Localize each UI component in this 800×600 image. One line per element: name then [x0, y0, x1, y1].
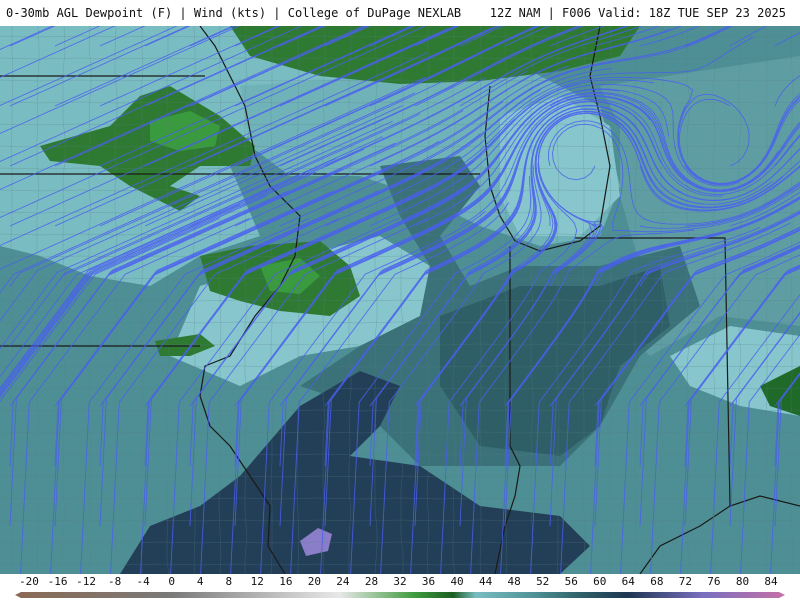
legend-tick-label: 8 [225, 575, 233, 588]
legend-tick-label: 68 [650, 575, 664, 588]
legend-tick-label: 60 [593, 575, 607, 588]
legend-tick-label: 44 [478, 575, 493, 588]
legend-tick-label: -8 [107, 575, 122, 588]
legend-tick-label: 28 [364, 575, 379, 588]
legend-tick-label: 52 [536, 575, 550, 588]
legend-tick-label: 12 [250, 575, 264, 588]
legend-tick-labels: -20 -16 -12 -8 -4 0 4 8 12 16 20 24 28 32 36 40 44 48 52 56… [0, 575, 800, 588]
legend-tick-label: 72 [678, 575, 692, 588]
legend-tick-label: 0 [168, 575, 175, 588]
product-title: 0-30mb AGL Dewpoint (F) | Wind (kts) | C… [6, 6, 462, 20]
model-run-title: 12Z NAM | F006 Valid: 18Z TUE SEP 23 202… [489, 6, 786, 20]
legend-tick-label: 16 [279, 575, 293, 588]
map-svg [0, 26, 800, 574]
legend-left-arrow [15, 592, 21, 598]
legend-tick-label: 4 [196, 575, 204, 588]
legend-tick-label: 40 [450, 575, 464, 588]
legend-tick-label: 76 [707, 575, 721, 588]
legend-color-bar [15, 592, 785, 598]
legend-tick-label: 20 [307, 575, 321, 588]
legend-tick-label: 56 [564, 575, 578, 588]
legend-tick-label: 64 [621, 575, 635, 588]
legend-tick-label: 36 [421, 575, 436, 588]
dewpoint-map [0, 26, 800, 574]
legend-gradient [21, 592, 779, 598]
map-header: 0-30mb AGL Dewpoint (F) | Wind (kts) | C… [0, 0, 800, 26]
legend-right-arrow [779, 592, 785, 598]
legend-tick-label: 48 [507, 575, 521, 588]
legend-tick-label: -12 [76, 575, 96, 588]
legend-tick-label: 80 [735, 575, 750, 588]
legend-tick-label: -4 [136, 575, 150, 588]
legend-tick-label: -16 [47, 575, 68, 588]
legend-tick-label: -20 [19, 575, 39, 588]
legend-tick-label: 32 [393, 575, 407, 588]
legend-tick-label: 84 [764, 575, 778, 588]
legend-tick-label: 24 [336, 575, 350, 588]
